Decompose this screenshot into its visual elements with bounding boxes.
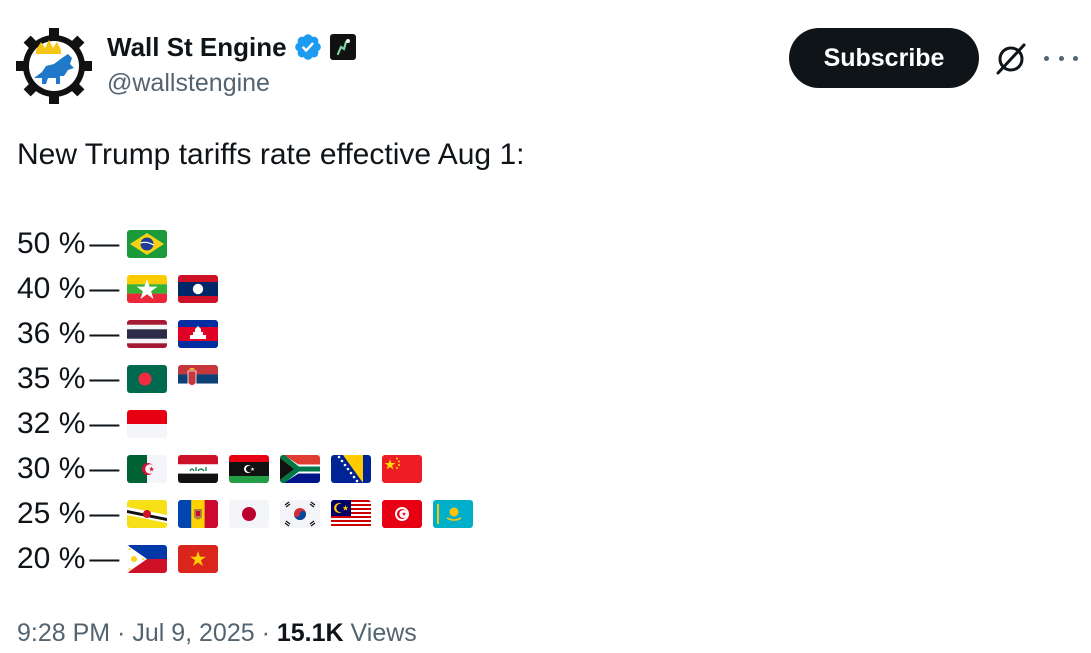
rate-row: 40 % —	[17, 269, 219, 309]
flag-moldova-icon	[178, 500, 219, 528]
grok-icon[interactable]	[994, 42, 1028, 76]
rate-dash: —	[89, 497, 120, 530]
views-count: 15.1K	[276, 619, 344, 647]
more-options-icon[interactable]	[1044, 44, 1078, 72]
flag-bosnia-herzegovina-icon	[331, 455, 372, 483]
flag-bangladesh-icon	[127, 365, 168, 393]
flag-group	[127, 320, 219, 348]
author-handle[interactable]: @wallstengine	[107, 68, 270, 98]
flag-japan-icon	[229, 500, 270, 528]
flag-cambodia-icon	[178, 320, 219, 348]
rate-value: 50 %	[17, 227, 86, 260]
rate-row: 25 % —	[17, 494, 474, 534]
flag-group	[127, 500, 474, 528]
rate-dash: —	[89, 317, 120, 350]
tweet-time[interactable]: 9:28 PM	[17, 619, 110, 647]
flag-group	[127, 230, 168, 258]
flag-brazil-icon	[127, 230, 168, 258]
flag-brunei-icon	[127, 500, 168, 528]
flag-libya-icon	[229, 455, 270, 483]
rate-row: 36 % —	[17, 314, 219, 354]
rate-row: 32 % —	[17, 404, 168, 444]
rate-dash: —	[89, 542, 120, 575]
flag-philippines-icon	[127, 545, 168, 573]
rate-row: 30 % —	[17, 449, 423, 489]
flag-thailand-icon	[127, 320, 168, 348]
rate-dash: —	[89, 452, 120, 485]
meta-separator: ·	[110, 619, 133, 647]
flag-south-africa-icon	[280, 455, 321, 483]
dot-icon	[1058, 55, 1064, 61]
flag-kazakhstan-icon	[433, 500, 474, 528]
affiliate-badge-icon[interactable]	[329, 33, 357, 61]
meta-separator: ·	[254, 619, 277, 647]
flag-group	[127, 275, 219, 303]
flag-vietnam-icon	[178, 545, 219, 573]
dot-icon	[1044, 55, 1049, 61]
flag-south-korea-icon	[280, 500, 321, 528]
rate-value: 35 %	[17, 362, 86, 395]
views-label: Views	[343, 619, 417, 647]
rate-value: 36 %	[17, 317, 86, 350]
flag-malaysia-icon	[331, 500, 372, 528]
flag-algeria-icon	[127, 455, 168, 483]
rate-value: 30 %	[17, 452, 86, 485]
flag-serbia-icon	[178, 365, 219, 393]
flag-myanmar-icon	[127, 275, 168, 303]
flag-iraq-icon	[178, 455, 219, 483]
dot-icon	[1073, 55, 1078, 61]
subscribe-button[interactable]: Subscribe	[789, 28, 979, 88]
rate-row: 50 % —	[17, 224, 168, 264]
rate-row: 35 % —	[17, 359, 219, 399]
rate-dash: —	[89, 362, 120, 395]
tweet-date[interactable]: Jul 9, 2025	[132, 619, 254, 647]
rate-value: 40 %	[17, 272, 86, 305]
rate-dash: —	[89, 272, 120, 305]
tweet-text: New Trump tariffs rate effective Aug 1:	[17, 138, 525, 171]
display-name[interactable]: Wall St Engine	[107, 30, 287, 64]
rate-row: 20 % —	[17, 539, 219, 579]
flag-group	[127, 455, 423, 483]
flag-group	[127, 545, 219, 573]
avatar[interactable]	[16, 28, 92, 104]
flag-group	[127, 410, 168, 438]
tweet-meta: 9:28 PM · Jul 9, 2025 · 15.1K Views	[17, 618, 417, 648]
rate-value: 20 %	[17, 542, 86, 575]
rate-value: 25 %	[17, 497, 86, 530]
flag-indonesia-icon	[127, 410, 168, 438]
flag-laos-icon	[178, 275, 219, 303]
flag-tunisia-icon	[382, 500, 423, 528]
author-name-row: Wall St Engine	[107, 30, 357, 64]
rate-dash: —	[89, 407, 120, 440]
verified-badge-icon[interactable]	[293, 32, 323, 62]
flag-group	[127, 365, 219, 393]
rate-value: 32 %	[17, 407, 86, 440]
wall-st-engine-logo-icon	[16, 28, 92, 104]
rate-dash: —	[89, 227, 120, 260]
flag-china-icon	[382, 455, 423, 483]
